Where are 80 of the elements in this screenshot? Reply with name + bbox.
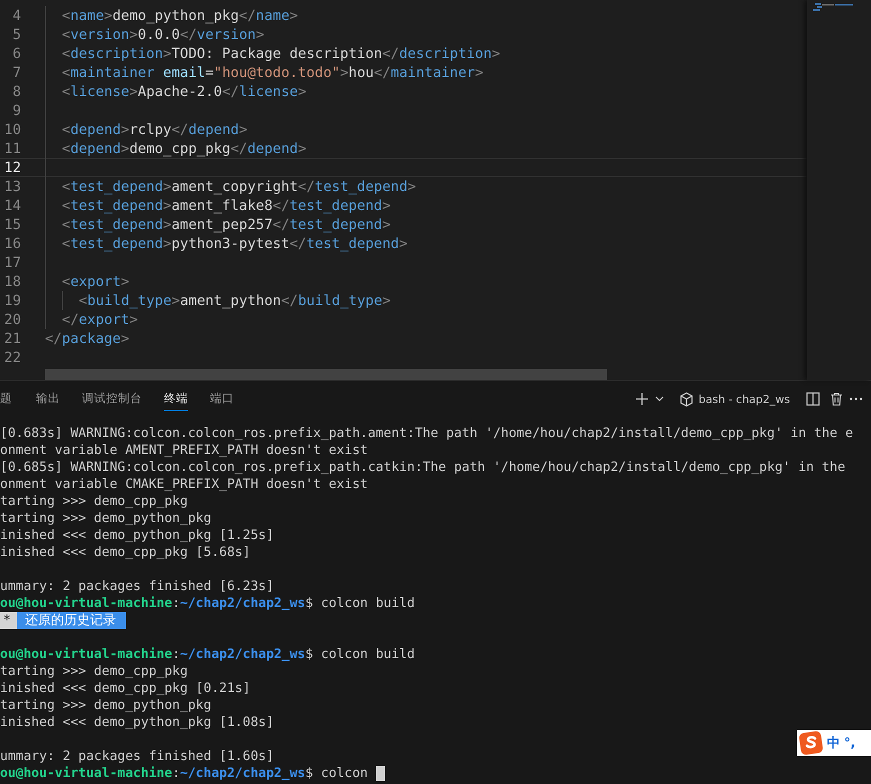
prompt-user: ou@hou-virtual-machine bbox=[0, 595, 172, 612]
ime-punctuation[interactable]: °, bbox=[844, 736, 856, 750]
terminal-line: ummary: 2 packages finished [1.60s] bbox=[0, 748, 274, 765]
line-number: 12 bbox=[3, 160, 21, 176]
code-line: <depend>rclpy</depend> bbox=[62, 122, 248, 138]
terminal-line: inished <<< demo_cpp_pkg [5.68s] bbox=[0, 544, 250, 561]
line-number: 7 bbox=[12, 64, 21, 80]
terminal-line: [0.685s] WARNING:colcon.colcon_ros.prefix_path.catkin:The path '/home/hou/chap2/install/demo_cpp_pkg' in the bbox=[0, 459, 846, 476]
line-number: 5 bbox=[12, 26, 21, 42]
cube-icon bbox=[680, 392, 693, 406]
command-text: $ colcon build bbox=[305, 595, 415, 612]
line-number: 9 bbox=[12, 102, 21, 118]
line-number: 11 bbox=[3, 140, 21, 156]
code-line: <name>demo_python_pkg</name> bbox=[62, 8, 298, 24]
line-number: 18 bbox=[3, 274, 21, 290]
terminal-line: inished <<< demo_python_pkg [1.25s] bbox=[0, 527, 274, 544]
code-line: <depend>demo_cpp_pkg</depend> bbox=[62, 140, 306, 156]
panel-tab[interactable]: 终端 bbox=[164, 387, 188, 411]
code-line: </export> bbox=[62, 312, 138, 328]
code-line: <test_depend>ament_pep257</test_depend> bbox=[62, 216, 391, 232]
terminal-name[interactable]: bash - chap2_ws bbox=[698, 392, 790, 406]
line-number: 15 bbox=[3, 216, 21, 232]
line-number: 10 bbox=[3, 122, 21, 138]
code-line: <test_depend>python3-pytest</test_depend> bbox=[62, 236, 408, 252]
code-line: <export> bbox=[62, 274, 130, 290]
terminal-line: inished <<< demo_python_pkg [1.08s] bbox=[0, 714, 274, 731]
minimap-drawing bbox=[813, 2, 855, 12]
prompt-colon: : bbox=[172, 765, 180, 782]
prompt-user: ou@hou-virtual-machine bbox=[0, 646, 172, 663]
terminal-line: tarting >>> demo_cpp_pkg bbox=[0, 663, 188, 680]
prompt-path: ~/chap2/chap2_ws bbox=[180, 765, 306, 782]
split-icon[interactable] bbox=[806, 392, 820, 406]
code-line: <build_type>ament_python</build_type> bbox=[78, 292, 391, 308]
ime-toolbar[interactable]: 中 °, bbox=[797, 730, 871, 756]
terminal-line: tarting >>> demo_python_pkg bbox=[0, 697, 212, 714]
panel-tab[interactable]: 输出 bbox=[36, 387, 60, 411]
terminal-line: [0.683s] WARNING:colcon.colcon_ros.prefix_path.ament:The path '/home/hou/chap2/install/demo_cpp_pkg' in the e bbox=[0, 425, 854, 442]
prompt-colon: : bbox=[172, 595, 180, 612]
more-icon[interactable] bbox=[849, 397, 863, 401]
terminal-line: inished <<< demo_cpp_pkg [0.21s] bbox=[0, 680, 250, 697]
prompt-path: ~/chap2/chap2_ws bbox=[180, 595, 306, 612]
line-number: 13 bbox=[3, 178, 21, 194]
prompt-user: ou@hou-virtual-machine bbox=[0, 765, 172, 782]
panel-tab[interactable]: 端口 bbox=[210, 387, 234, 411]
chevron-down-icon[interactable] bbox=[654, 396, 664, 402]
panel-tab[interactable]: 题 bbox=[0, 387, 12, 411]
line-number: 16 bbox=[3, 236, 21, 252]
code-line: <license>Apache-2.0</license> bbox=[62, 84, 306, 100]
prompt-colon: : bbox=[172, 646, 180, 663]
code-line: </package> bbox=[45, 330, 130, 346]
plus-icon[interactable] bbox=[634, 392, 649, 406]
terminal-line: onment variable CMAKE_PREFIX_PATH doesn't exist bbox=[0, 476, 368, 493]
code-line: <version>0.0.0</version> bbox=[62, 26, 264, 42]
code-line: <maintainer email="hou@todo.todo">hou</maintainer> bbox=[62, 64, 484, 80]
line-number: 8 bbox=[12, 84, 21, 100]
code-line: <test_depend>ament_copyright</test_depend> bbox=[62, 178, 416, 194]
code-line: <description>TODO: Package description</description> bbox=[62, 46, 500, 62]
line-number: 4 bbox=[12, 8, 21, 24]
terminal-line: tarting >>> demo_cpp_pkg bbox=[0, 493, 188, 510]
prompt-path: ~/chap2/chap2_ws bbox=[180, 646, 306, 663]
line-number: 21 bbox=[3, 330, 21, 346]
line-number: 17 bbox=[3, 254, 21, 270]
trash-icon[interactable] bbox=[830, 392, 843, 406]
terminal-line: tarting >>> demo_python_pkg bbox=[0, 510, 212, 527]
terminal-line: ummary: 2 packages finished [6.23s] bbox=[0, 578, 274, 595]
code-line: <test_depend>ament_flake8</test_depend> bbox=[62, 198, 391, 214]
history-marker: * bbox=[0, 612, 17, 629]
history-label[interactable]: 还原的历史记录 bbox=[16, 612, 126, 629]
ime-mode[interactable]: 中 bbox=[827, 734, 840, 752]
command-text: $ colcon build bbox=[305, 646, 415, 663]
line-number: 19 bbox=[3, 292, 21, 308]
line-number: 14 bbox=[3, 198, 21, 214]
terminal-line: onment variable AMENT_PREFIX_PATH doesn't exist bbox=[0, 442, 368, 459]
panel-tab[interactable]: 调试控制台 bbox=[82, 387, 142, 411]
ime-logo-icon bbox=[799, 731, 823, 755]
horizontal-scrollbar[interactable] bbox=[45, 369, 607, 380]
command-text: $ colcon bbox=[305, 765, 368, 782]
line-number: 22 bbox=[3, 350, 21, 366]
line-number: 20 bbox=[3, 312, 21, 328]
line-number: 6 bbox=[12, 46, 21, 62]
